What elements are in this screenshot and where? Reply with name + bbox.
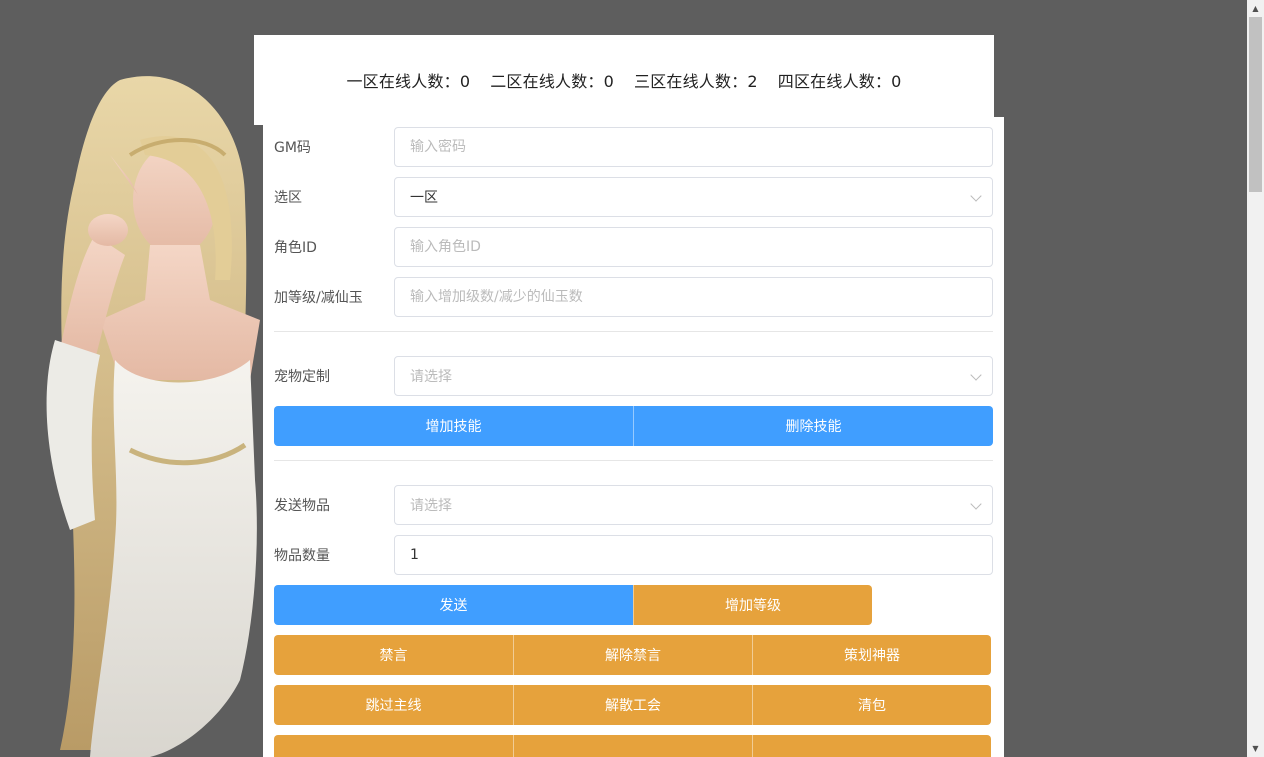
item-select[interactable]: 请选择 (394, 485, 993, 525)
role-id-label: 角色ID (274, 240, 317, 256)
delete-skill-button[interactable]: 删除技能 (633, 406, 993, 446)
send-button-group: 发送 增加等级 (274, 585, 993, 625)
gm-code-input[interactable] (410, 139, 977, 155)
unmute-button[interactable]: 解除禁言 (513, 635, 752, 675)
skip-main-quest-button[interactable]: 跳过主线 (274, 685, 513, 725)
gm-code-row: GM码 (274, 127, 993, 167)
gm-code-label: GM码 (274, 140, 311, 156)
add-skill-button[interactable]: 增加技能 (274, 406, 633, 446)
item-row: 发送物品 请选择 (274, 485, 993, 525)
pet-label: 宠物定制 (274, 369, 330, 385)
zone-selected-value: 一区 (410, 190, 438, 206)
skill-button-group: 增加技能 删除技能 (274, 406, 993, 446)
zone1-online-count: 一区在线人数：0 (346, 72, 471, 91)
zone-label: 选区 (274, 190, 302, 206)
item-qty-label: 物品数量 (274, 548, 330, 564)
level-jade-field-wrap (394, 277, 993, 317)
zone3-online-count: 三区在线人数：2 (634, 72, 758, 91)
account-button-group: 跳过主线 解散工会 清包 (274, 685, 993, 725)
section-divider (274, 331, 993, 332)
zone-row: 选区 一区 (274, 177, 993, 217)
pet-select[interactable]: 请选择 (394, 356, 993, 396)
section-divider (274, 460, 993, 461)
pet-select-placeholder: 请选择 (410, 369, 452, 385)
item-label: 发送物品 (274, 498, 330, 514)
item-qty-row: 物品数量 (274, 535, 993, 575)
send-button[interactable]: 发送 (274, 585, 633, 625)
scroll-up-arrow-icon[interactable]: ▲ (1247, 0, 1264, 17)
vertical-scrollbar[interactable]: ▲ ▼ (1247, 0, 1264, 757)
level-jade-row: 加等级/减仙玉 (274, 277, 993, 317)
role-id-row: 角色ID (274, 227, 993, 267)
online-stats-bar: 一区在线人数：0 二区在线人数：0 三区在线人数：2 四区在线人数：0 (254, 35, 994, 125)
level-jade-input[interactable] (410, 289, 977, 305)
level-jade-label: 加等级/减仙玉 (274, 290, 363, 306)
scrollbar-thumb[interactable] (1249, 17, 1262, 192)
more-button[interactable] (752, 735, 991, 757)
chevron-down-icon (970, 498, 982, 510)
role-id-field-wrap (394, 227, 993, 267)
scroll-down-arrow-icon[interactable]: ▼ (1247, 740, 1264, 757)
chevron-down-icon (970, 190, 982, 202)
item-qty-input[interactable] (410, 547, 977, 563)
gm-form: GM码 选区 一区 角色ID 加等级/减仙玉 宠物定 (263, 117, 1004, 757)
more-button[interactable] (513, 735, 752, 757)
moderation-button-group: 禁言 解除禁言 策划神器 (274, 635, 993, 675)
zone2-online-count: 二区在线人数：0 (490, 72, 614, 91)
disband-guild-button[interactable]: 解散工会 (513, 685, 752, 725)
role-id-input[interactable] (410, 239, 977, 255)
zone-select[interactable]: 一区 (394, 177, 993, 217)
item-qty-field-wrap (394, 535, 993, 575)
chevron-down-icon (970, 369, 982, 381)
zone4-online-count: 四区在线人数：0 (777, 72, 902, 91)
clear-bag-button[interactable]: 清包 (752, 685, 991, 725)
gm-code-field-wrap (394, 127, 993, 167)
more-button[interactable] (274, 735, 513, 757)
more-button-group (274, 735, 993, 757)
planner-weapon-button[interactable]: 策划神器 (752, 635, 991, 675)
mute-button[interactable]: 禁言 (274, 635, 513, 675)
add-level-button[interactable]: 增加等级 (633, 585, 872, 625)
pet-row: 宠物定制 请选择 (274, 356, 993, 396)
item-select-placeholder: 请选择 (410, 498, 452, 514)
page-viewport: 一区在线人数：0 二区在线人数：0 三区在线人数：2 四区在线人数：0 GM码 … (0, 0, 1247, 757)
character-illustration (46, 76, 260, 757)
